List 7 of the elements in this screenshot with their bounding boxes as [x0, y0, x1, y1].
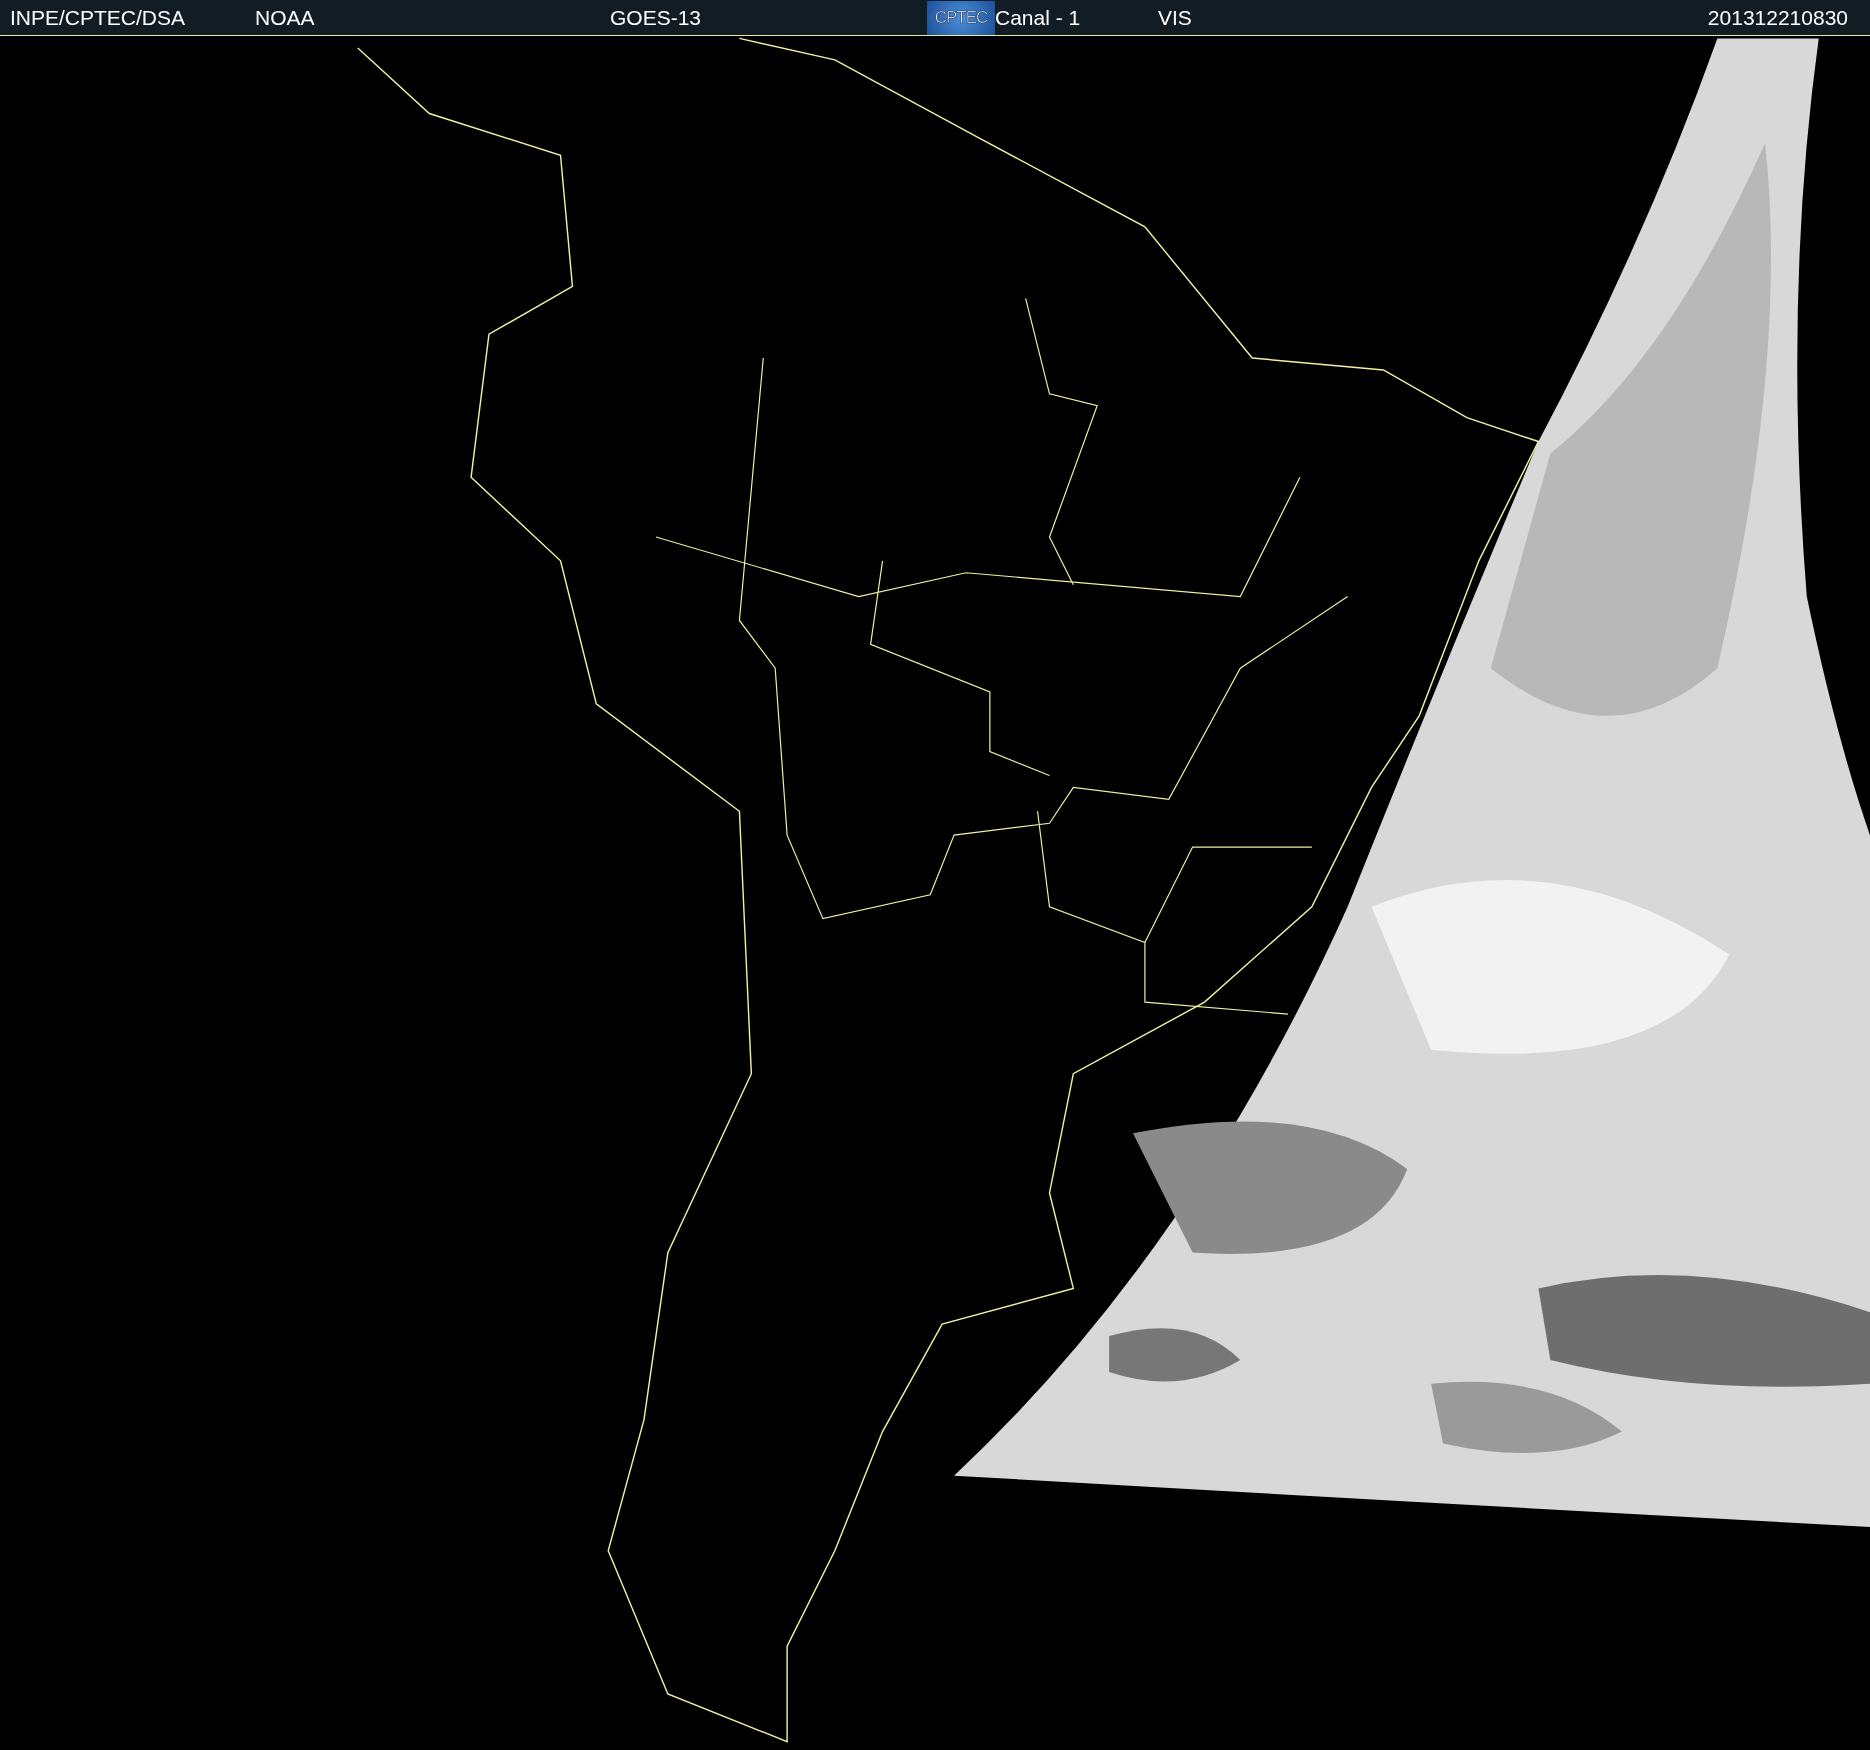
band-label: VIS — [1158, 5, 1192, 30]
logo: CPTEC — [927, 0, 995, 35]
satellite-label: GOES-13 — [610, 5, 702, 30]
agency-label: NOAA — [255, 5, 315, 30]
timestamp-label: 201312210830 — [1707, 5, 1848, 30]
channel-label: Canal - 1 — [995, 5, 1081, 30]
source-label: INPE/CPTEC/DSA — [10, 5, 186, 30]
